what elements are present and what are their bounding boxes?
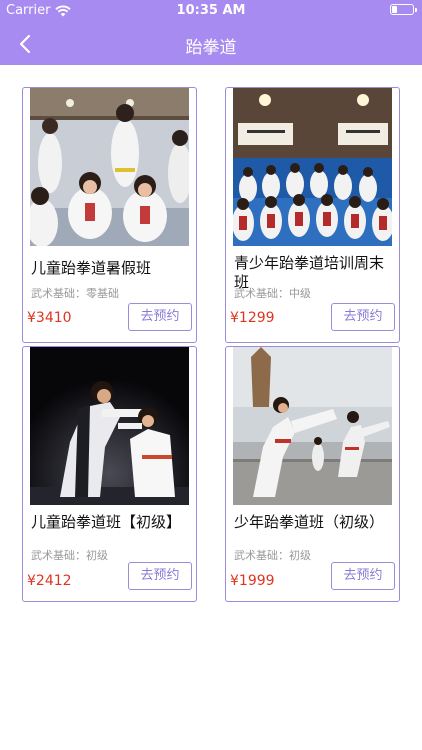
navigation-bar: 跆拳道 bbox=[0, 22, 422, 65]
course-card[interactable]: 青少年跆拳道培训周末班 武术基础：中级 ¥1299 去预约 bbox=[225, 87, 400, 343]
course-photo bbox=[233, 88, 392, 246]
level-value: 初级 bbox=[86, 549, 108, 562]
course-price: ¥2412 bbox=[27, 573, 72, 589]
course-level: 武术基础：零基础 bbox=[31, 285, 119, 301]
course-level: 武术基础：初级 bbox=[31, 547, 108, 563]
level-value: 初级 bbox=[289, 549, 311, 562]
level-label: 武术基础： bbox=[234, 549, 289, 562]
level-label: 武术基础： bbox=[234, 287, 289, 300]
page-title: 跆拳道 bbox=[185, 38, 237, 58]
course-level: 武术基础：中级 bbox=[234, 285, 311, 301]
course-card[interactable]: 儿童跆拳道班【初级】 武术基础：初级 ¥2412 去预约 bbox=[22, 346, 197, 602]
course-photo bbox=[30, 88, 189, 246]
screen: Carrier 10:35 AM 跆拳道 儿童跆拳道暑假班 武术基础：零基础 ¥… bbox=[0, 0, 422, 750]
course-grid: 儿童跆拳道暑假班 武术基础：零基础 ¥3410 去预约 青少年跆拳道培训周末班 … bbox=[22, 87, 400, 602]
course-level: 武术基础：初级 bbox=[234, 547, 311, 563]
course-price: ¥3410 bbox=[27, 310, 72, 326]
level-value: 中级 bbox=[289, 287, 311, 300]
book-button[interactable]: 去预约 bbox=[331, 562, 395, 590]
course-photo bbox=[30, 347, 189, 505]
course-card[interactable]: 少年跆拳道班（初级） 武术基础：初级 ¥1999 去预约 bbox=[225, 346, 400, 602]
battery-icon bbox=[390, 4, 417, 15]
course-card[interactable]: 儿童跆拳道暑假班 武术基础：零基础 ¥3410 去预约 bbox=[22, 87, 197, 343]
level-label: 武术基础： bbox=[31, 549, 86, 562]
status-bar: Carrier 10:35 AM bbox=[0, 0, 422, 22]
book-button[interactable]: 去预约 bbox=[331, 303, 395, 331]
course-name: 儿童跆拳道暑假班 bbox=[31, 259, 152, 277]
course-name: 儿童跆拳道班【初级】 bbox=[31, 513, 182, 531]
header: Carrier 10:35 AM 跆拳道 bbox=[0, 0, 422, 65]
clock: 10:35 AM bbox=[176, 3, 246, 18]
book-button[interactable]: 去预约 bbox=[128, 562, 192, 590]
course-price: ¥1299 bbox=[230, 310, 275, 326]
course-photo bbox=[233, 347, 392, 505]
course-name: 少年跆拳道班（初级） bbox=[234, 513, 385, 531]
level-label: 武术基础： bbox=[31, 287, 86, 300]
book-button[interactable]: 去预约 bbox=[128, 303, 192, 331]
level-value: 零基础 bbox=[86, 287, 119, 300]
course-price: ¥1999 bbox=[230, 573, 275, 589]
battery-level bbox=[392, 6, 397, 13]
